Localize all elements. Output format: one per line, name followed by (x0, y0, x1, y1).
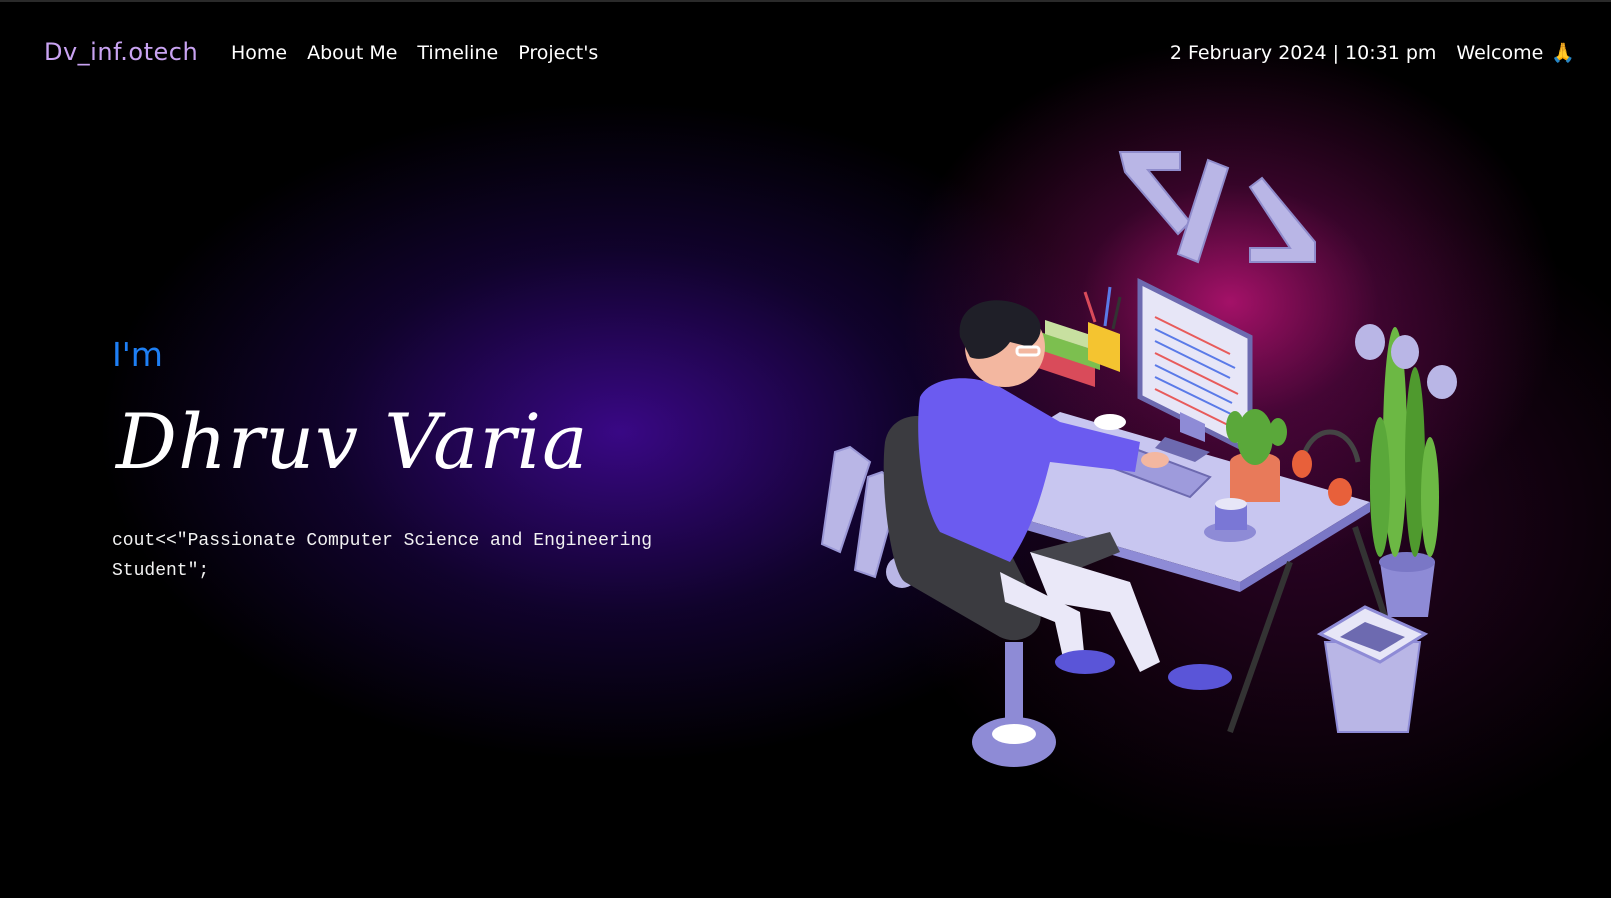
decor-balls-right (1355, 324, 1457, 399)
folded-hands-icon: 🙏 (1551, 41, 1575, 64)
page: Dv_inf.otech Home About Me Timeline Proj… (0, 0, 1611, 898)
code-symbol-icon (1118, 151, 1316, 264)
datetime-text: 2 February 2024 | 10:31 pm (1169, 42, 1437, 64)
hero-name: Dhruv Varia (116, 397, 589, 486)
trash-bin-icon (1316, 605, 1429, 733)
nav-link-home[interactable]: Home (231, 42, 287, 64)
navbar: Dv_inf.otech Home About Me Timeline Proj… (0, 2, 1611, 106)
nav-link-projects[interactable]: Project's (518, 42, 598, 64)
nav-links: Home About Me Timeline Project's (231, 42, 598, 64)
welcome-text: Welcome (1456, 42, 1544, 64)
hero-tagline: cout<<"Passionate Computer Science and E… (112, 531, 653, 581)
nav-link-about-me[interactable]: About Me (307, 42, 397, 64)
plant-icon (1370, 327, 1439, 617)
nav-right: 2 February 2024 | 10:31 pm Welcome 🙏 (1170, 42, 1575, 64)
nav-link-timeline[interactable]: Timeline (417, 42, 498, 64)
welcome-text-container: Welcome 🙏 (1456, 42, 1575, 64)
code-symbol-text: </> (810, 142, 812, 143)
brand-logo-link[interactable]: Dv_inf.otech (44, 38, 198, 66)
pen-holder-icon (1083, 286, 1122, 372)
hero-intro: I'm (112, 335, 163, 374)
cactus-icon (1226, 409, 1287, 502)
developer-desk-illustration: </> (810, 142, 1457, 767)
